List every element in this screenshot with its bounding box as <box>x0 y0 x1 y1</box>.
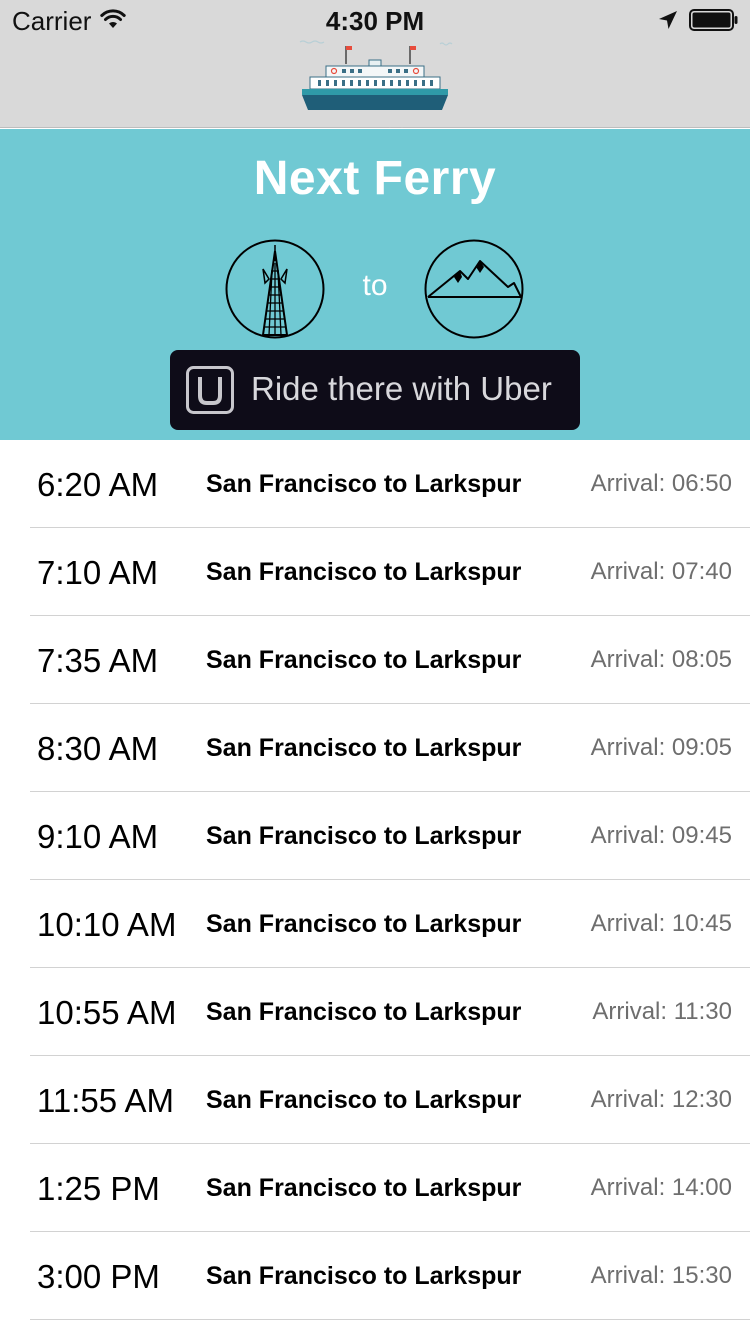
ferry-schedule-list: 6:20 AM San Francisco to Larkspur Arriva… <box>0 440 750 1320</box>
departure-time: 10:55 AM <box>37 994 177 1031</box>
route-name: San Francisco to Larkspur <box>206 1086 522 1114</box>
departure-time: 8:30 AM <box>37 730 159 767</box>
arrival-time: Arrival: 14:00 <box>590 1174 732 1201</box>
schedule-row[interactable]: 7:35 AM San Francisco to Larkspur Arriva… <box>0 616 750 704</box>
mountain-icon[interactable] <box>424 239 524 339</box>
arrival-time: Arrival: 12:30 <box>590 1086 732 1113</box>
arrival-time: Arrival: 07:40 <box>590 558 732 585</box>
schedule-row[interactable]: 8:30 AM San Francisco to Larkspur Arriva… <box>0 704 750 792</box>
route-name: San Francisco to Larkspur <box>206 470 522 498</box>
route-name: San Francisco to Larkspur <box>206 998 522 1026</box>
departure-time: 10:10 AM <box>37 906 177 943</box>
navigation-bar: Carrier 4:30 PM <box>0 0 750 132</box>
uber-logo-icon <box>186 366 234 414</box>
header: Next Ferry to Ride there with Uber <box>0 129 750 440</box>
location-arrow-icon <box>659 11 677 29</box>
departure-time: 11:55 AM <box>37 1082 174 1119</box>
route-name: San Francisco to Larkspur <box>206 822 522 850</box>
arrival-time: Arrival: 09:05 <box>590 734 732 761</box>
schedule-row[interactable]: 10:55 AM San Francisco to Larkspur Arriv… <box>0 968 750 1056</box>
route-connector-label: to <box>362 269 388 302</box>
schedule-row[interactable]: 7:10 AM San Francisco to Larkspur Arriva… <box>0 528 750 616</box>
ferry-boat-logo <box>299 40 453 110</box>
departure-time: 6:20 AM <box>37 466 159 503</box>
departure-time: 7:10 AM <box>37 554 159 591</box>
departure-time: 1:25 PM <box>37 1170 160 1207</box>
departure-time: 7:35 AM <box>37 642 159 679</box>
uber-ride-button[interactable]: Ride there with Uber <box>170 350 580 430</box>
arrival-time: Arrival: 06:50 <box>590 470 732 497</box>
departure-time: 9:10 AM <box>37 818 159 855</box>
schedule-row[interactable]: 6:20 AM San Francisco to Larkspur Arriva… <box>0 440 750 528</box>
status-time: 4:30 PM <box>325 6 425 36</box>
schedule-row[interactable]: 11:55 AM San Francisco to Larkspur Arriv… <box>0 1056 750 1144</box>
arrival-time: Arrival: 11:30 <box>592 998 732 1025</box>
battery-icon <box>689 9 738 31</box>
departure-time: 3:00 PM <box>37 1258 160 1295</box>
route-name: San Francisco to Larkspur <box>206 558 522 586</box>
arrival-time: Arrival: 15:30 <box>590 1262 732 1289</box>
arrival-time: Arrival: 08:05 <box>590 646 732 673</box>
schedule-row[interactable]: 1:25 PM San Francisco to Larkspur Arriva… <box>0 1144 750 1232</box>
transamerica-pyramid-icon[interactable] <box>225 239 325 339</box>
schedule-row[interactable]: 9:10 AM San Francisco to Larkspur Arriva… <box>0 792 750 880</box>
schedule-row[interactable]: 10:10 AM San Francisco to Larkspur Arriv… <box>0 880 750 968</box>
arrival-time: Arrival: 10:45 <box>590 910 732 937</box>
route-name: San Francisco to Larkspur <box>206 1262 522 1290</box>
route-name: San Francisco to Larkspur <box>206 646 522 674</box>
page-title: Next Ferry <box>253 152 497 205</box>
schedule-row[interactable]: 3:00 PM San Francisco to Larkspur Arriva… <box>0 1232 750 1320</box>
route-name: San Francisco to Larkspur <box>206 734 522 762</box>
route-name: San Francisco to Larkspur <box>206 1174 522 1202</box>
uber-button-label: Ride there with Uber <box>251 370 552 407</box>
arrival-time: Arrival: 09:45 <box>590 822 732 849</box>
route-name: San Francisco to Larkspur <box>206 910 522 938</box>
